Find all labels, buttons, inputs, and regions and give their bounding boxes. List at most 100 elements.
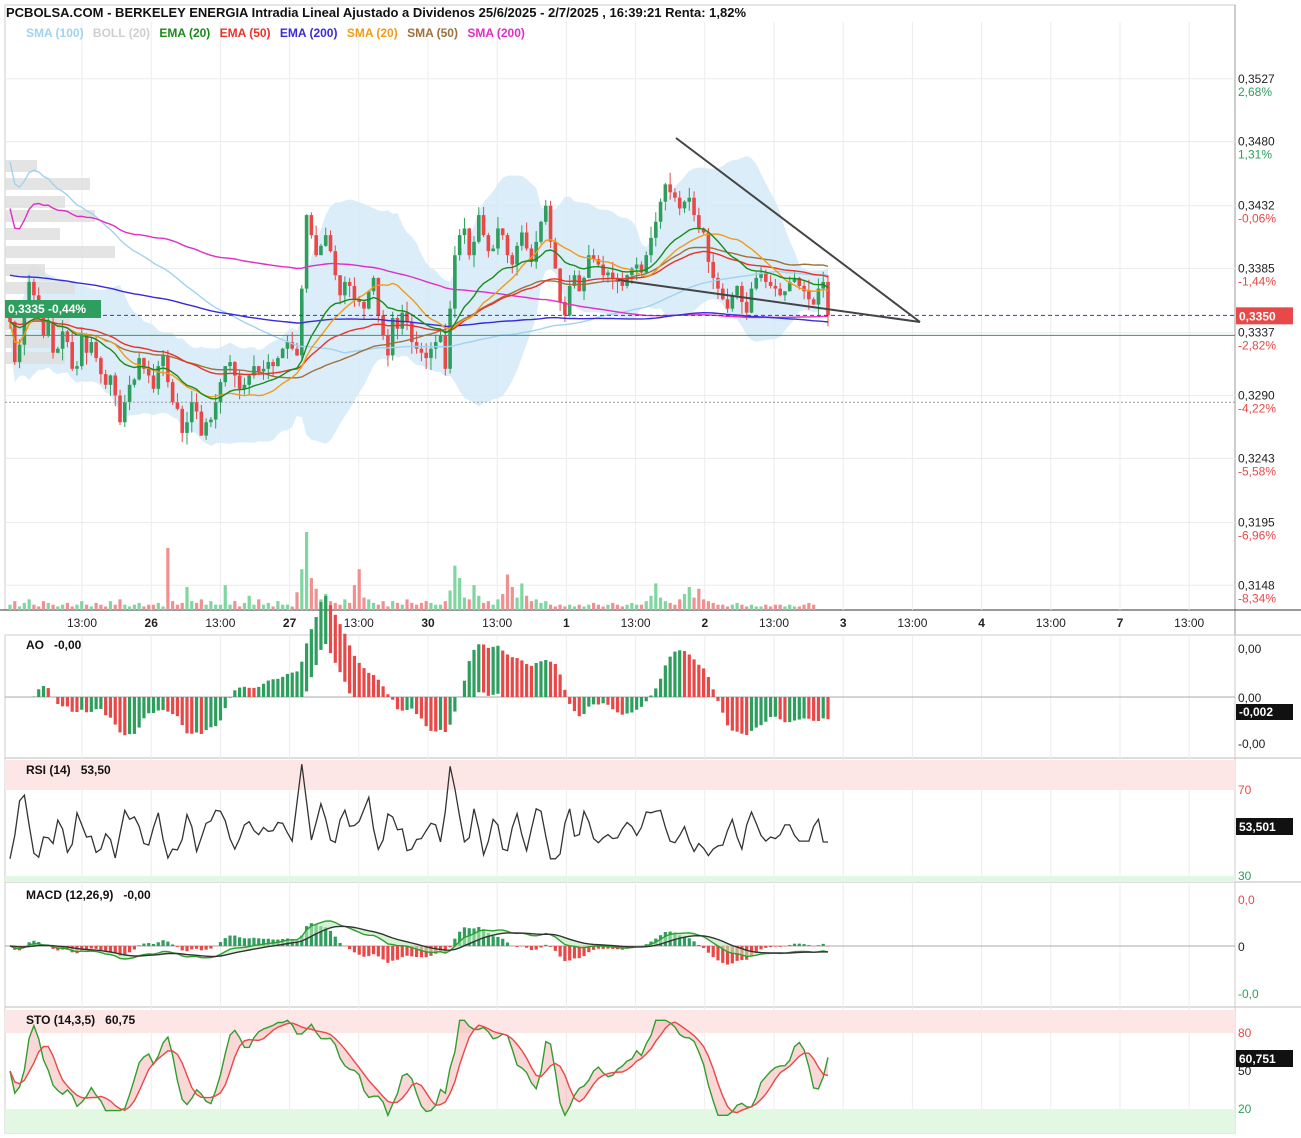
ao-tick-label: -0,00 (1238, 737, 1266, 751)
ao-bar (290, 672, 294, 697)
legend-ema200[interactable]: EMA (200) (280, 26, 338, 40)
candle-body (543, 205, 548, 222)
ao-bar (104, 697, 108, 716)
ao-bar (65, 697, 70, 707)
ao-bar (175, 697, 180, 717)
macd-histogram-bar (802, 944, 806, 946)
price-pct-label: -6,96% (1238, 528, 1276, 542)
volume-bar (496, 599, 500, 610)
ao-bar (826, 697, 830, 720)
macd-histogram-bar (367, 946, 371, 957)
volume-bar (228, 604, 232, 610)
volume-bar (630, 602, 634, 610)
candle-body (180, 408, 185, 433)
volume-bar (587, 604, 591, 610)
sto-overbought-zone (5, 1010, 1235, 1033)
ao-bar (300, 661, 304, 697)
volume-bar (8, 604, 12, 610)
ao-bar (132, 697, 136, 734)
candle-body (553, 241, 558, 269)
macd-histogram-bar (108, 946, 113, 952)
legend-ema20[interactable]: EMA (20) (159, 26, 210, 40)
ao-bar (491, 646, 495, 695)
macd-histogram-bar (778, 946, 782, 947)
volume-bar (783, 606, 787, 610)
volume-bar (424, 601, 428, 610)
volume-bar (505, 574, 510, 610)
ao-bar (553, 663, 557, 697)
volume-bar (223, 585, 227, 610)
macd-histogram-bar (553, 946, 557, 951)
volume-profile-bar (5, 246, 115, 258)
volume-bar (271, 606, 275, 610)
price-tick-label: 0,3290 (1238, 389, 1275, 403)
volume-bar (175, 604, 180, 610)
legend-ema50[interactable]: EMA (50) (220, 26, 271, 40)
ao-bar (434, 697, 438, 732)
ao-bar (209, 697, 213, 728)
legend-sma20[interactable]: SMA (20) (347, 26, 398, 40)
candle-body (185, 422, 189, 433)
volume-bar (429, 602, 433, 610)
macd-histogram-bar (247, 938, 251, 946)
volume-bar (362, 597, 366, 610)
rsi-tick-label: 70 (1238, 783, 1252, 797)
candle-body (405, 312, 409, 323)
ao-bar (692, 659, 696, 697)
ao-bar (376, 679, 380, 697)
volume-bar (486, 601, 490, 610)
candle-body (304, 215, 309, 289)
macd-histogram-bar (400, 946, 404, 958)
candle-body (271, 362, 275, 367)
volume-bar (242, 602, 246, 610)
ao-bar (792, 697, 797, 721)
sto-tick-label: 20 (1238, 1102, 1252, 1116)
ao-bar (127, 697, 132, 735)
ao-bar (778, 697, 782, 720)
legend-sma200[interactable]: SMA (200) (467, 26, 525, 40)
legend-boll20[interactable]: BOLL (20) (93, 26, 150, 40)
candle-body (390, 318, 395, 356)
ao-bar (328, 605, 333, 654)
ao-bar (702, 668, 706, 697)
ao-bar (678, 650, 682, 697)
candle-body (123, 402, 127, 423)
candle-body (343, 281, 347, 296)
volume-bar (773, 604, 777, 610)
volume-bar (309, 578, 313, 610)
ao-bar (625, 697, 629, 714)
x-tick-label: 13:00 (621, 616, 651, 630)
candle-body (118, 395, 122, 423)
candle-body (682, 201, 687, 209)
candle-body (199, 411, 204, 436)
macd-histogram-bar (525, 946, 529, 948)
macd-histogram-bar (534, 946, 538, 950)
legend-sma100[interactable]: SMA (100) (26, 26, 84, 40)
legend-sma50[interactable]: SMA (50) (407, 26, 458, 40)
candle-body (132, 379, 137, 385)
ao-bar (238, 687, 242, 697)
macd-histogram-bar (338, 942, 342, 946)
candle-body (515, 245, 519, 265)
candle-body (744, 301, 749, 313)
sto-value-label: 60,751 (1239, 1052, 1276, 1066)
ao-bar (108, 697, 113, 718)
volume-bar (261, 604, 266, 610)
macd-histogram-bar (371, 946, 376, 955)
ao-bar (615, 697, 620, 713)
macd-histogram-bar (764, 946, 768, 948)
volume-bar (276, 601, 280, 610)
left-price-label: 0,3335 -0,44% (8, 302, 86, 316)
ao-bar (281, 676, 285, 697)
last-price-label: 0,3350 (1239, 309, 1276, 323)
macd-histogram-bar (171, 944, 175, 946)
candle-body (285, 342, 290, 349)
macd-histogram-bar (99, 946, 103, 951)
ao-bar (572, 697, 577, 712)
ao-bar (606, 697, 610, 705)
ao-bar (668, 656, 672, 697)
candle-body (668, 184, 672, 193)
rsi-label: RSI (14) 53,50 (26, 763, 111, 777)
candle-body (175, 402, 180, 409)
candle-body (634, 264, 639, 269)
